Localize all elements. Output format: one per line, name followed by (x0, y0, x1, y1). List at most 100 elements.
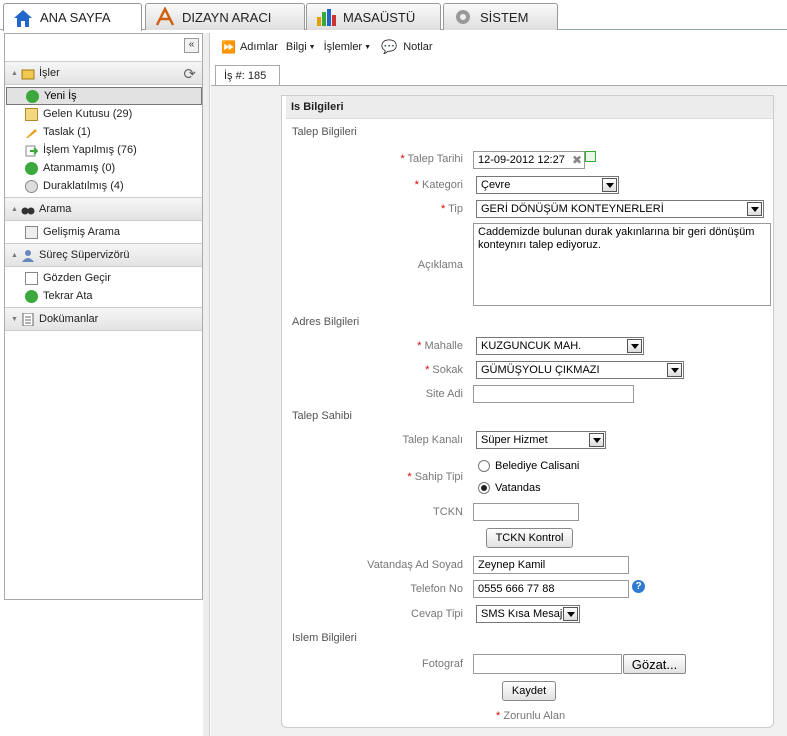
date-input[interactable]: 12-09-2012 12:27 (473, 151, 585, 169)
bar-chart-icon (315, 7, 337, 27)
radio-vatandas[interactable]: Vatandas (478, 482, 541, 494)
document-icon (21, 312, 35, 326)
review-icon (25, 271, 38, 285)
site-input[interactable] (473, 385, 634, 403)
sidebar-item-duraklatilmis[interactable]: Duraklatılmış (4) (25, 177, 201, 195)
street-select[interactable]: GÜMÜŞYOLU ÇIKMAZI (476, 361, 684, 379)
dropdown-arrow-icon: ▼ (364, 43, 372, 51)
item-label: İşlem Yapılmış (76) (43, 144, 137, 156)
tckn-check-button[interactable]: TCKN Kontrol (486, 528, 573, 548)
info-menu[interactable]: Bilgi ▼ (286, 41, 316, 53)
photo-file-input[interactable] (473, 654, 622, 674)
sidebar-item-yeni-is[interactable]: Yeni İş (6, 87, 202, 105)
district-select[interactable]: KUZGUNCUK MAH. (476, 337, 644, 355)
phone-label: Telefon No (410, 583, 463, 595)
reply-type-label: Cevap Tipi (411, 608, 463, 620)
folder-icon (21, 67, 35, 80)
name-input[interactable]: Zeynep Kamil (473, 556, 629, 574)
date-label: * Talep Tarihi (400, 153, 463, 165)
channel-select[interactable]: Süper Hizmet (476, 431, 606, 449)
user-icon (21, 249, 35, 262)
fast-forward-icon: ⏩ (221, 40, 236, 54)
section-label: Süreç Süpervizörü (39, 249, 130, 261)
chevron-down-icon (602, 178, 617, 192)
sidebar-item-atanmamis[interactable]: Atanmamış (0) (25, 159, 201, 177)
sidebar-section-dokumanlar[interactable]: ▼ Dokümanlar (5, 307, 202, 331)
dropdown-arrow-icon: ▼ (308, 43, 316, 51)
steps-button[interactable]: ⏩ Adımlar (221, 40, 278, 54)
description-label: Açıklama (417, 259, 463, 271)
expand-icon: ▲ (11, 251, 18, 259)
sidebar-item-gelen-kutusu[interactable]: Gelen Kutusu (29) (25, 105, 201, 123)
item-label: Atanmamış (0) (43, 162, 116, 174)
pencil-icon (25, 126, 38, 139)
document-tab[interactable]: İş #: 185 (215, 65, 280, 85)
design-tool-icon (154, 6, 176, 27)
sidebar-section-arama[interactable]: ▲ Arama (5, 197, 202, 221)
sidebar-item-gozden-gecir[interactable]: Gözden Geçir (25, 269, 201, 287)
browse-button[interactable]: Gözat... (623, 654, 686, 674)
forward-icon (25, 144, 39, 157)
calendar-icon[interactable] (585, 151, 596, 162)
chevron-down-icon (747, 202, 762, 216)
phone-input[interactable]: 0555 666 77 88 (473, 580, 629, 598)
help-icon[interactable]: ? (632, 580, 645, 593)
site-label: Site Adi (425, 388, 463, 400)
speech-bubble-icon: 💬 (381, 39, 398, 54)
reply-type-select[interactable]: SMS Kısa Mesaj (476, 605, 580, 623)
tckn-input[interactable] (473, 503, 579, 521)
category-select[interactable]: Çevre (476, 176, 619, 194)
required-note: * Zorunlu Alan (496, 710, 566, 722)
item-label: Gelen Kutusu (29) (43, 108, 133, 120)
tckn-label: TCKN (433, 506, 463, 518)
chevron-down-icon (589, 433, 604, 447)
binoculars-icon (21, 203, 35, 216)
sidebar-item-tekrar-ata[interactable]: Tekrar Ata (25, 287, 201, 305)
notes-button[interactable]: 💬 Notlar (381, 39, 433, 55)
group-talep-sahibi: Talep Sahibi (292, 410, 352, 422)
radio-belediye-calisani[interactable]: Belediye Calisani (478, 460, 579, 472)
sidebar-item-islem-yapilmis[interactable]: İşlem Yapılmış (76) (25, 141, 201, 159)
sidebar-section-isler[interactable]: ▲ İşler ⟳ (5, 61, 202, 85)
tab-label: SİSTEM (480, 9, 529, 25)
expand-icon: ▲ (11, 69, 18, 77)
district-label: * Mahalle (417, 340, 463, 352)
type-label: * Tip (440, 203, 463, 215)
refresh-icon (25, 161, 38, 175)
save-button[interactable]: Kaydet (502, 681, 556, 701)
splitter-handle[interactable] (203, 33, 210, 736)
section-label: Dokümanlar (39, 313, 99, 325)
tab-ana-sayfa[interactable]: ANA SAYFA (3, 3, 142, 31)
category-label: * Kategori (414, 179, 463, 191)
refresh-icon[interactable]: ⟳ (183, 65, 196, 83)
item-label: Duraklatılmış (4) (43, 180, 124, 192)
tab-label: DIZAYN ARACI (182, 9, 272, 25)
section-label: Arama (39, 203, 72, 215)
pause-icon (25, 179, 38, 193)
collapse-sidebar-button[interactable]: « (184, 38, 199, 53)
radio-button[interactable] (478, 460, 490, 472)
channel-label: Talep Kanalı (402, 434, 463, 446)
description-textarea[interactable]: Caddemizde bulunan durak yakınlarına bir… (473, 223, 771, 306)
sidebar-item-taslak[interactable]: Taslak (1) (25, 123, 201, 141)
sidebar-section-surec-supervizoru[interactable]: ▲ Süreç Süpervizörü (5, 243, 202, 267)
sidebar: « ▲ İşler ⟳ Yeni İş Gelen Kutusu (29) Ta… (4, 33, 203, 600)
sidebar-item-gelismis-arama[interactable]: Gelişmiş Arama (25, 223, 201, 241)
add-icon (26, 89, 39, 103)
gear-icon (452, 7, 474, 27)
collapse-icon: ▼ (11, 315, 18, 323)
actions-menu[interactable]: İşlemler ▼ (324, 41, 371, 53)
chevron-down-icon (563, 607, 578, 621)
group-talep-bilgileri: Talep Bilgileri (292, 126, 357, 138)
tab-sistem[interactable]: SİSTEM (443, 3, 558, 30)
tab-masaustu[interactable]: MASAÜSTÜ (306, 3, 441, 30)
reassign-icon (25, 289, 38, 303)
type-select[interactable]: GERİ DÖNÜŞÜM KONTEYNERLERİ (476, 200, 764, 218)
radio-button-selected[interactable] (478, 482, 490, 494)
clear-icon[interactable]: ✖ (572, 153, 582, 167)
tab-dizayn-araci[interactable]: DIZAYN ARACI (145, 3, 305, 30)
tab-label: MASAÜSTÜ (343, 9, 416, 25)
name-label: Vatandaş Ad Soyad (367, 559, 463, 571)
advanced-search-icon (25, 225, 38, 239)
chevron-down-icon (627, 339, 642, 353)
